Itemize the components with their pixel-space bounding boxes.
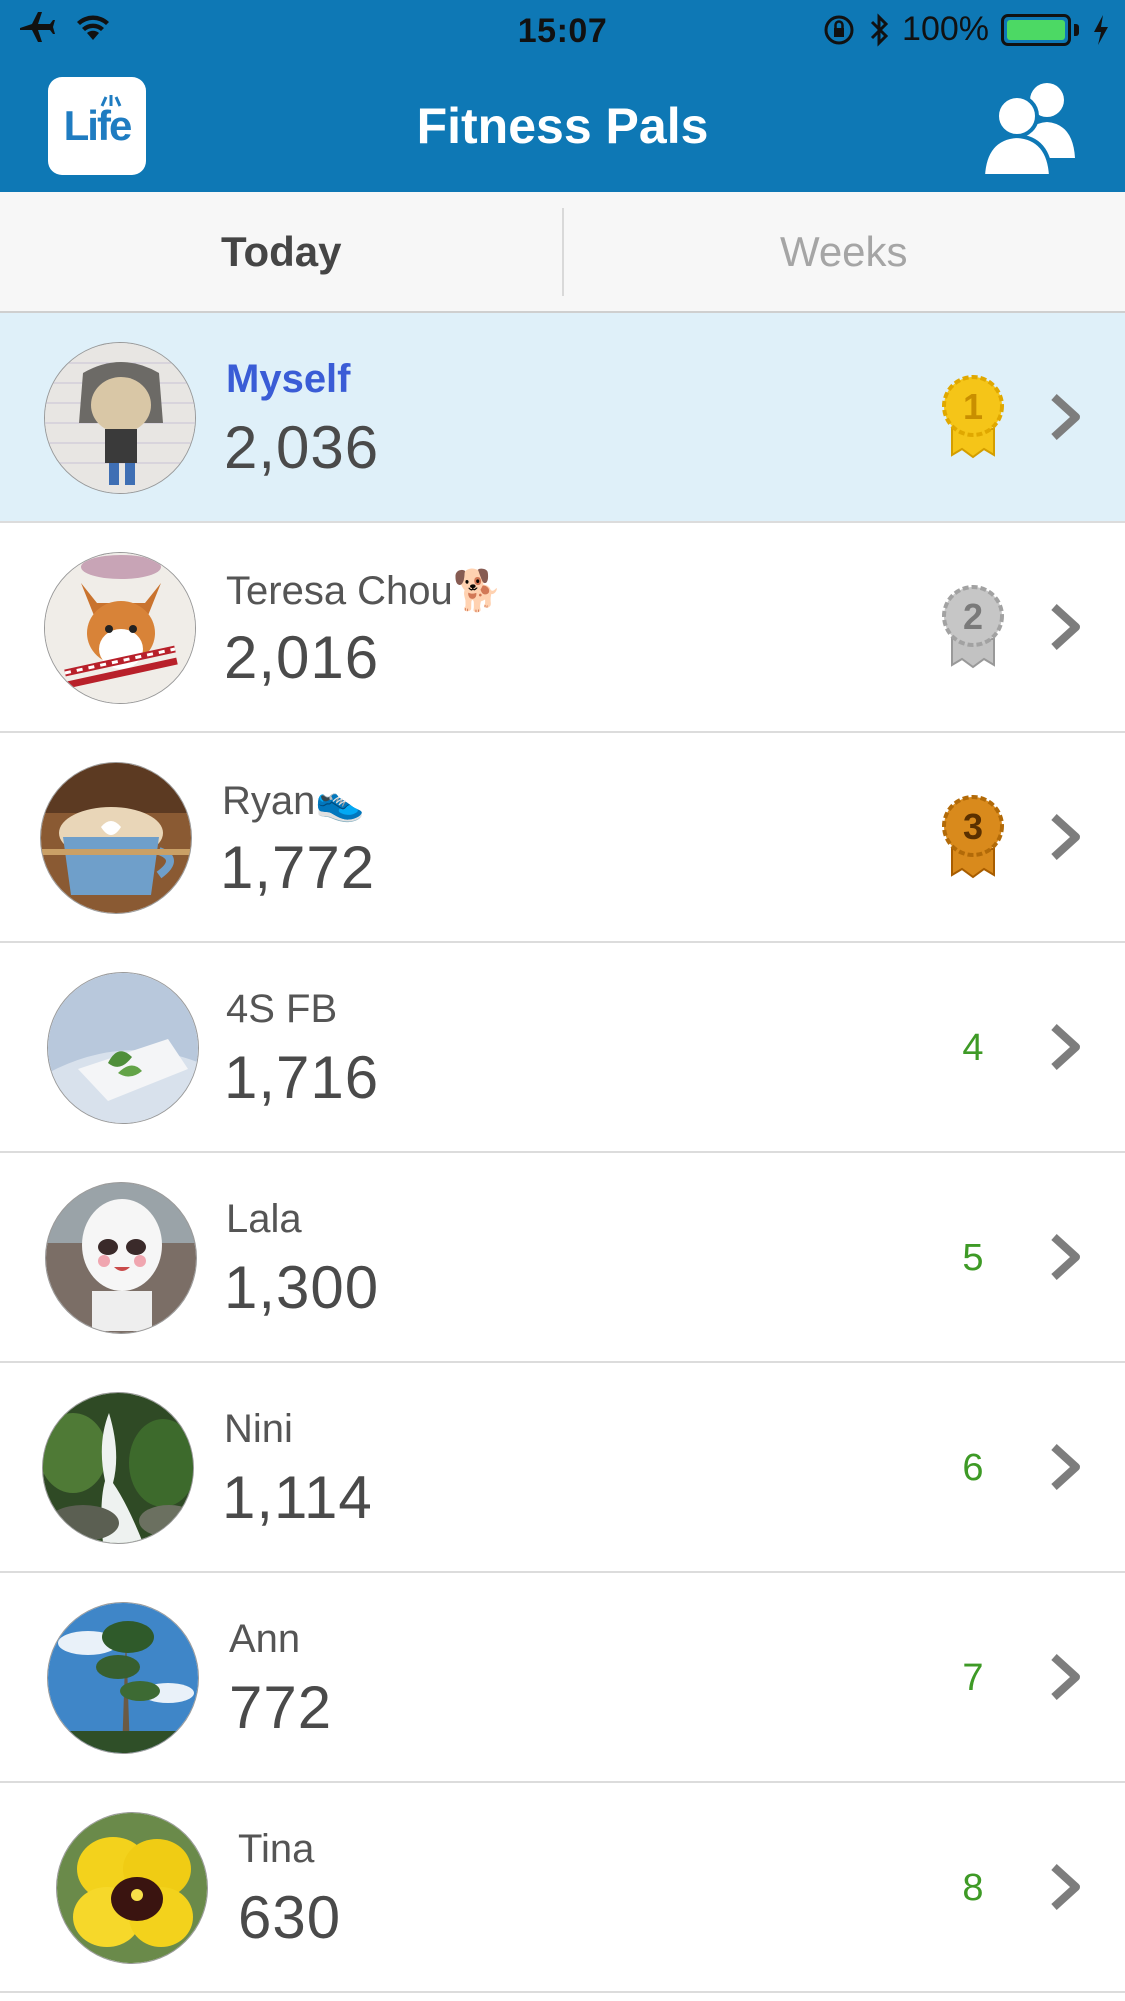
list-item[interactable]: Teresa Chou🐕 2,016 2 <box>0 523 1125 733</box>
pal-steps: 1,772 <box>220 834 376 901</box>
orientation-lock-icon <box>824 15 854 44</box>
battery-percentage: 100% <box>902 10 989 48</box>
tab-today[interactable]: Today <box>0 192 563 311</box>
leaderboard-list: Myself 2,036 1 Teresa Chou🐕 2,016 2 Ryan… <box>0 313 1125 1993</box>
nav-bar: Life Fitness Pals <box>0 60 1125 192</box>
header: 15:07 100% Life Fitness Pals <box>0 0 1125 192</box>
avatar <box>44 342 196 494</box>
rank-number: 7 <box>962 1657 984 1699</box>
medal-rank: 1 <box>963 386 983 427</box>
pal-name: Ryan👟 <box>222 779 366 823</box>
chevron-right-icon <box>1051 1024 1080 1070</box>
segmented-tabs: Today Weeks <box>0 192 1125 313</box>
chevron-right-icon <box>1051 604 1080 650</box>
pal-steps: 1,300 <box>224 1254 380 1321</box>
medal-rank: 2 <box>963 596 983 637</box>
avatar <box>45 1182 197 1334</box>
avatar <box>56 1812 208 1964</box>
pal-name: Teresa Chou🐕 <box>226 569 503 613</box>
pal-steps: 1,114 <box>222 1464 373 1531</box>
avatar <box>40 762 192 914</box>
pal-steps: 630 <box>238 1884 342 1951</box>
chevron-right-icon <box>1051 394 1080 440</box>
avatar <box>47 972 199 1124</box>
chevron-right-icon <box>1051 814 1080 860</box>
gold-medal-icon: 1 <box>942 375 1004 459</box>
tab-weeks[interactable]: Weeks <box>563 192 1125 311</box>
list-item[interactable]: Ryan👟 1,772 3 <box>0 733 1125 943</box>
tab-divider <box>562 208 564 296</box>
page-title: Fitness Pals <box>416 98 709 154</box>
battery-icon <box>1001 13 1071 46</box>
rank-number: 4 <box>962 1027 984 1069</box>
list-item[interactable]: Myself 2,036 1 <box>0 313 1125 523</box>
pal-steps: 2,016 <box>224 624 380 691</box>
rank-number: 6 <box>962 1447 984 1489</box>
pal-name: Ann <box>229 1617 301 1661</box>
charging-icon <box>1094 14 1108 45</box>
medal-rank: 3 <box>963 806 983 847</box>
list-item[interactable]: 4S FB 1,716 4 <box>0 943 1125 1153</box>
pal-name: Nini <box>224 1407 293 1451</box>
avatar <box>44 552 196 704</box>
list-item[interactable]: Tina 630 8 <box>0 1783 1125 1993</box>
pal-steps: 772 <box>229 1674 333 1741</box>
list-item[interactable]: Nini 1,114 6 <box>0 1363 1125 1573</box>
silver-medal-icon: 2 <box>942 585 1004 669</box>
chevron-right-icon <box>1051 1654 1080 1700</box>
bluetooth-icon <box>870 12 889 47</box>
pal-name: Tina <box>238 1827 315 1871</box>
bronze-medal-icon: 3 <box>942 795 1004 879</box>
friends-icon[interactable] <box>977 78 1085 178</box>
chevron-right-icon <box>1051 1864 1080 1910</box>
chevron-right-icon <box>1051 1444 1080 1490</box>
chevron-right-icon <box>1051 1234 1080 1280</box>
avatar <box>47 1602 199 1754</box>
status-bar: 15:07 100% <box>0 0 1125 60</box>
pal-steps: 2,036 <box>224 414 380 481</box>
rank-number: 5 <box>962 1237 984 1279</box>
rank-number: 8 <box>962 1867 984 1909</box>
list-item[interactable]: Ann 772 7 <box>0 1573 1125 1783</box>
pal-steps: 1,716 <box>224 1044 380 1111</box>
avatar <box>42 1392 194 1544</box>
pal-name: 4S FB <box>226 987 338 1031</box>
list-item[interactable]: Lala 1,300 5 <box>0 1153 1125 1363</box>
pal-name: Myself <box>226 357 351 401</box>
pal-name: Lala <box>226 1197 302 1241</box>
